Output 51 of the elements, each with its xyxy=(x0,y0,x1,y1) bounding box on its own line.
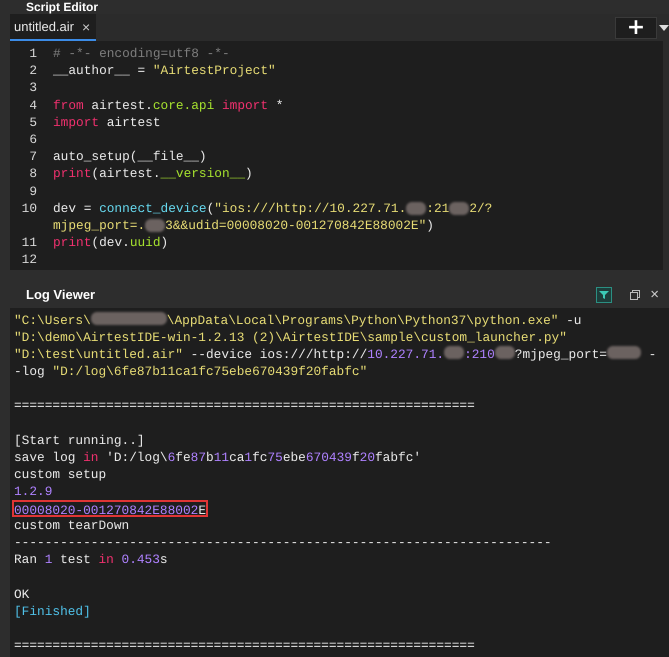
panel-title: Script Editor xyxy=(26,0,98,14)
code-line: from airtest.core.api import * xyxy=(53,96,284,114)
code-line: # -*- encoding=utf8 -*- xyxy=(53,45,230,62)
log-line: custom setup xyxy=(14,466,106,483)
log-line: Ran 1 test in 0.453s xyxy=(14,551,168,568)
caret-icon[interactable] xyxy=(659,24,669,30)
log-line: "C:\Users\ \AppData\Local\Programs\Python\Python37\python.exe" -u xyxy=(14,312,582,330)
log-line: [Start running..] xyxy=(14,432,145,449)
blurred-text xyxy=(444,346,464,360)
blurred-text xyxy=(449,202,470,215)
code-line: __author__ = "AirtestProject" xyxy=(53,62,276,80)
close-icon[interactable]: × xyxy=(82,18,90,34)
log-line: 1.2.9 xyxy=(14,482,52,500)
panel-title: Log Viewer xyxy=(26,287,96,302)
line-number: 9 xyxy=(28,182,38,200)
code-line: mjpeg_port=. 3&&udid=00008020-001270842E88002E") xyxy=(53,216,434,234)
line-number: 5 xyxy=(28,114,38,131)
file-tab[interactable]: untitled.air × xyxy=(10,14,96,41)
restore-icon[interactable] xyxy=(630,290,640,300)
log-line: ---------------------------------------------------------------------- xyxy=(14,534,552,552)
line-number: 6 xyxy=(28,130,38,148)
line-number: 8 xyxy=(28,165,38,182)
log-line: custom tearDown xyxy=(14,517,130,534)
line-number: 4 xyxy=(28,96,38,114)
line-number: 2 xyxy=(28,62,38,80)
line-number: 3 xyxy=(28,79,38,97)
blurred-text xyxy=(145,219,166,232)
code-line: print(dev.uuid) xyxy=(53,234,168,252)
blurred-text xyxy=(606,346,641,360)
log-line: ============================================================ xyxy=(14,397,475,415)
line-number: 10 xyxy=(20,200,38,217)
blurred-text xyxy=(494,346,515,360)
log-line: OK xyxy=(14,586,30,603)
code-line: dev = connect_device("ios:///http://10.227.71. :21 2/? xyxy=(53,200,492,217)
log-line: -log "D:/log\6fe87b11ca1fc75ebe670439f20fabfc" xyxy=(14,363,368,380)
log-line: "D:\demo\AirtestIDE-win-1.2.13 (2)\AirtestIDE\sample\custom_launcher.py" xyxy=(14,329,567,346)
line-number: 1 xyxy=(28,45,38,62)
log-line: "D:\test\untitled.air" --device ios:///http://10.227.71. :210 ?mjpeg_port= - xyxy=(14,346,656,364)
log-line: ============================================================ xyxy=(14,636,475,654)
code-line: auto_setup(__file__) xyxy=(53,148,207,166)
blurred-text xyxy=(406,202,426,215)
code-line: import airtest xyxy=(53,114,161,131)
line-number: 11 xyxy=(20,234,38,252)
add-button[interactable]: + xyxy=(615,16,657,38)
line-number: 12 xyxy=(20,251,38,268)
code-line: print(airtest.__version__) xyxy=(53,165,253,182)
log-line: [Finished] xyxy=(14,602,91,620)
line-number: 7 xyxy=(28,148,38,166)
log-line: save log in 'D:/log\6fe87b11ca1fc75ebe670439f20fabfc' xyxy=(14,448,422,466)
filter-button[interactable] xyxy=(596,286,612,302)
filter-icon xyxy=(599,290,610,300)
